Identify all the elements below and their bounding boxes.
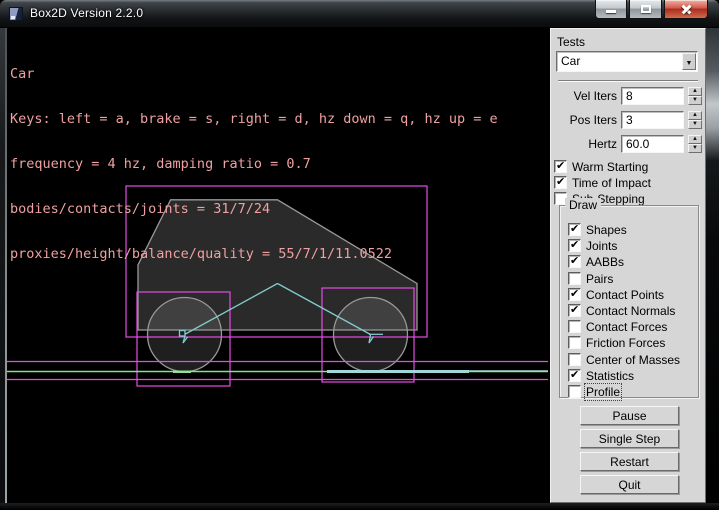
hertz-stepper: ▲ ▼	[688, 135, 702, 153]
checkbox-label: Contact Normals	[586, 304, 675, 318]
checkbox-box	[568, 369, 581, 382]
checkbox-box	[568, 288, 581, 301]
vel-iters-label: Vel Iters	[551, 89, 617, 103]
hertz-row: Hertz ▲ ▼	[551, 135, 707, 153]
checkbox-label: Joints	[586, 239, 617, 253]
window-title: Box2D Version 2.2.0	[30, 6, 143, 20]
test-select-dropdown[interactable]: Car ▼	[556, 51, 698, 72]
restart-button[interactable]: Restart	[580, 452, 679, 471]
hertz-up-button[interactable]: ▲	[688, 135, 702, 144]
checkbox-label: Time of Impact	[572, 176, 651, 190]
up-arrow-icon: ▲	[692, 88, 698, 94]
checkbox-box	[554, 176, 567, 189]
vel-iters-input[interactable]	[621, 87, 684, 105]
vel-iters-row: Vel Iters ▲ ▼	[551, 87, 707, 105]
separator	[558, 80, 698, 82]
checkbox-label: Contact Points	[586, 288, 664, 302]
close-button[interactable]	[664, 0, 708, 19]
checkbox-box	[568, 353, 581, 366]
window-frame-right	[706, 28, 719, 503]
checkbox-box	[568, 255, 581, 268]
stats-line-proxies: proxies/height/balance/quality = 55/7/1/…	[10, 247, 498, 262]
stats-line-keys: Keys: left = a, brake = s, right = d, hz…	[10, 112, 498, 127]
checkbox-box	[554, 160, 567, 173]
checkbox-label: Pairs	[586, 272, 613, 286]
minimize-button[interactable]	[595, 0, 627, 19]
titlebar[interactable]: Box2D Version 2.2.0	[0, 0, 719, 28]
simulation-canvas[interactable]: Car Keys: left = a, brake = s, right = d…	[7, 28, 548, 503]
down-arrow-icon: ▼	[692, 145, 698, 151]
checkbox-box	[568, 336, 581, 349]
hertz-down-button[interactable]: ▼	[688, 144, 702, 153]
test-select-value: Car	[561, 54, 580, 68]
stats-line-frequency: frequency = 4 hz, damping ratio = 0.7	[10, 157, 498, 172]
pos-iters-label: Pos Iters	[551, 113, 617, 127]
vel-iters-down-button[interactable]: ▼	[688, 96, 702, 105]
checkbox-box	[568, 223, 581, 236]
chevron-down-icon: ▼	[686, 60, 693, 67]
checkbox-box	[568, 272, 581, 285]
checkbox-label: Profile	[586, 385, 620, 399]
tests-label: Tests	[557, 35, 585, 49]
vel-iters-up-button[interactable]: ▲	[688, 87, 702, 96]
checkbox-label: Contact Forces	[586, 320, 667, 334]
app-icon[interactable]	[9, 7, 23, 21]
dropdown-arrow-button[interactable]: ▼	[682, 53, 696, 70]
up-arrow-icon: ▲	[692, 136, 698, 142]
control-panel: Tests Car ▼ Vel Iters ▲ ▼ Pos Iters ▲ ▼	[550, 28, 706, 503]
window-frame-left	[0, 28, 7, 503]
draw-group-title: Draw	[565, 198, 601, 212]
checkbox-label: Shapes	[586, 223, 627, 237]
down-arrow-icon: ▼	[692, 121, 698, 127]
single-step-button[interactable]: Single Step	[580, 429, 679, 448]
stats-line-title: Car	[10, 67, 498, 82]
checkbox-label: Center of Masses	[586, 353, 680, 367]
minimize-icon	[606, 10, 616, 13]
maximize-icon	[641, 5, 651, 13]
pos-iters-row: Pos Iters ▲ ▼	[551, 111, 707, 129]
stats-overlay: Car Keys: left = a, brake = s, right = d…	[10, 37, 498, 292]
checkbox-label: Statistics	[586, 369, 634, 383]
stats-line-counts: bodies/contacts/joints = 31/7/24	[10, 202, 498, 217]
pos-iters-input[interactable]	[621, 111, 684, 129]
checkbox-box	[568, 304, 581, 317]
pos-iters-up-button[interactable]: ▲	[688, 111, 702, 120]
vel-iters-stepper: ▲ ▼	[688, 87, 702, 105]
draw-groupbox: Draw Shapes Joints AABBs Pairs Contact P…	[559, 205, 699, 398]
up-arrow-icon: ▲	[692, 112, 698, 118]
box2d-window: Box2D Version 2.2.0	[0, 0, 719, 510]
checkbox-label: Warm Starting	[572, 160, 648, 174]
caption-buttons	[595, 0, 708, 20]
checkbox-label: Friction Forces	[586, 336, 665, 350]
pos-iters-down-button[interactable]: ▼	[688, 120, 702, 129]
checkbox-box	[568, 320, 581, 333]
down-arrow-icon: ▼	[692, 97, 698, 103]
maximize-button[interactable]	[629, 0, 662, 19]
window-frame-bottom	[0, 503, 719, 510]
hertz-label: Hertz	[551, 137, 617, 151]
quit-button[interactable]: Quit	[580, 475, 679, 494]
pos-iters-stepper: ▲ ▼	[688, 111, 702, 129]
checkbox-box	[568, 385, 581, 398]
checkbox-box	[568, 239, 581, 252]
pause-button[interactable]: Pause	[580, 406, 679, 425]
checkbox-label: AABBs	[586, 255, 624, 269]
hertz-input[interactable]	[621, 135, 684, 153]
